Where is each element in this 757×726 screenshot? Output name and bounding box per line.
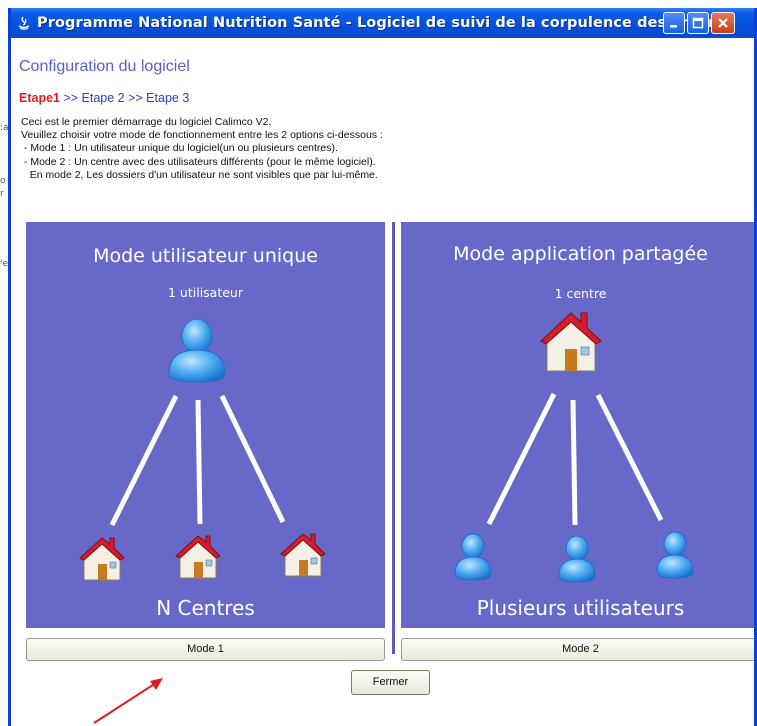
intro-line: Veuillez choisir votre mode de fonctionn…: [21, 129, 383, 142]
house-icon: [175, 535, 221, 579]
mode2-button[interactable]: Mode 2: [401, 638, 754, 661]
mode1-diagram: [79, 318, 326, 581]
user-icon: [558, 535, 596, 583]
intro-text: Ceci est le premier démarrage du logicie…: [21, 116, 383, 182]
user-icon: [168, 318, 226, 383]
step-1: Etape1: [19, 91, 60, 105]
mode1-bottom-caption: N Centres: [156, 596, 255, 620]
background-fragment: o: [0, 176, 6, 186]
panel-divider: [392, 222, 395, 654]
mode2-bottom-caption: Plusieurs utilisateurs: [476, 596, 685, 620]
close-icon: [718, 18, 728, 28]
title-bar[interactable]: Programme National Nutrition Santé - Log…: [11, 8, 754, 38]
mode2-panel[interactable]: Mode application partagée 1 centre Plusi…: [401, 222, 754, 628]
page-title: Configuration du logiciel: [19, 58, 190, 75]
step-3-link[interactable]: >> Etape 3: [125, 91, 189, 105]
minimize-icon: [670, 25, 677, 28]
java-app-icon: [15, 14, 33, 32]
window-title: Programme National Nutrition Santé - Log…: [37, 15, 735, 31]
user-icon: [656, 531, 694, 579]
window-content: Configuration du logiciel Etape1 >> Etap…: [11, 38, 754, 726]
maximize-icon: [692, 17, 704, 29]
close-window-button[interactable]: [711, 12, 735, 34]
step-breadcrumb: Etape1 >> Etape 2 >> Etape 3: [19, 91, 189, 105]
user-icon: [454, 533, 492, 581]
configuration-window: Programme National Nutrition Santé - Log…: [8, 8, 757, 726]
minimize-button[interactable]: [663, 12, 685, 34]
intro-line: - Mode 1 : Un utilisateur unique du logi…: [21, 142, 338, 155]
intro-line: Ceci est le premier démarrage du logicie…: [21, 116, 272, 128]
house-icon: [280, 533, 326, 577]
house-icon: [540, 312, 602, 372]
mode2-diagram: [454, 312, 694, 583]
background-fragment: 'e: [0, 259, 9, 269]
step-2-link[interactable]: >> Etape 2: [60, 91, 124, 105]
mode1-button[interactable]: Mode 1: [26, 638, 385, 661]
background-fragment: r: [0, 189, 4, 199]
maximize-button[interactable]: [687, 12, 709, 34]
house-icon: [79, 537, 125, 581]
intro-line: En mode 2, Les dossiers d'un utilisateur…: [21, 168, 378, 181]
mode1-panel[interactable]: Mode utilisateur unique 1 utilisateur N …: [26, 222, 385, 628]
intro-line: - Mode 2 : Un centre avec des utilisateu…: [21, 155, 376, 168]
close-button[interactable]: Fermer: [351, 670, 430, 695]
